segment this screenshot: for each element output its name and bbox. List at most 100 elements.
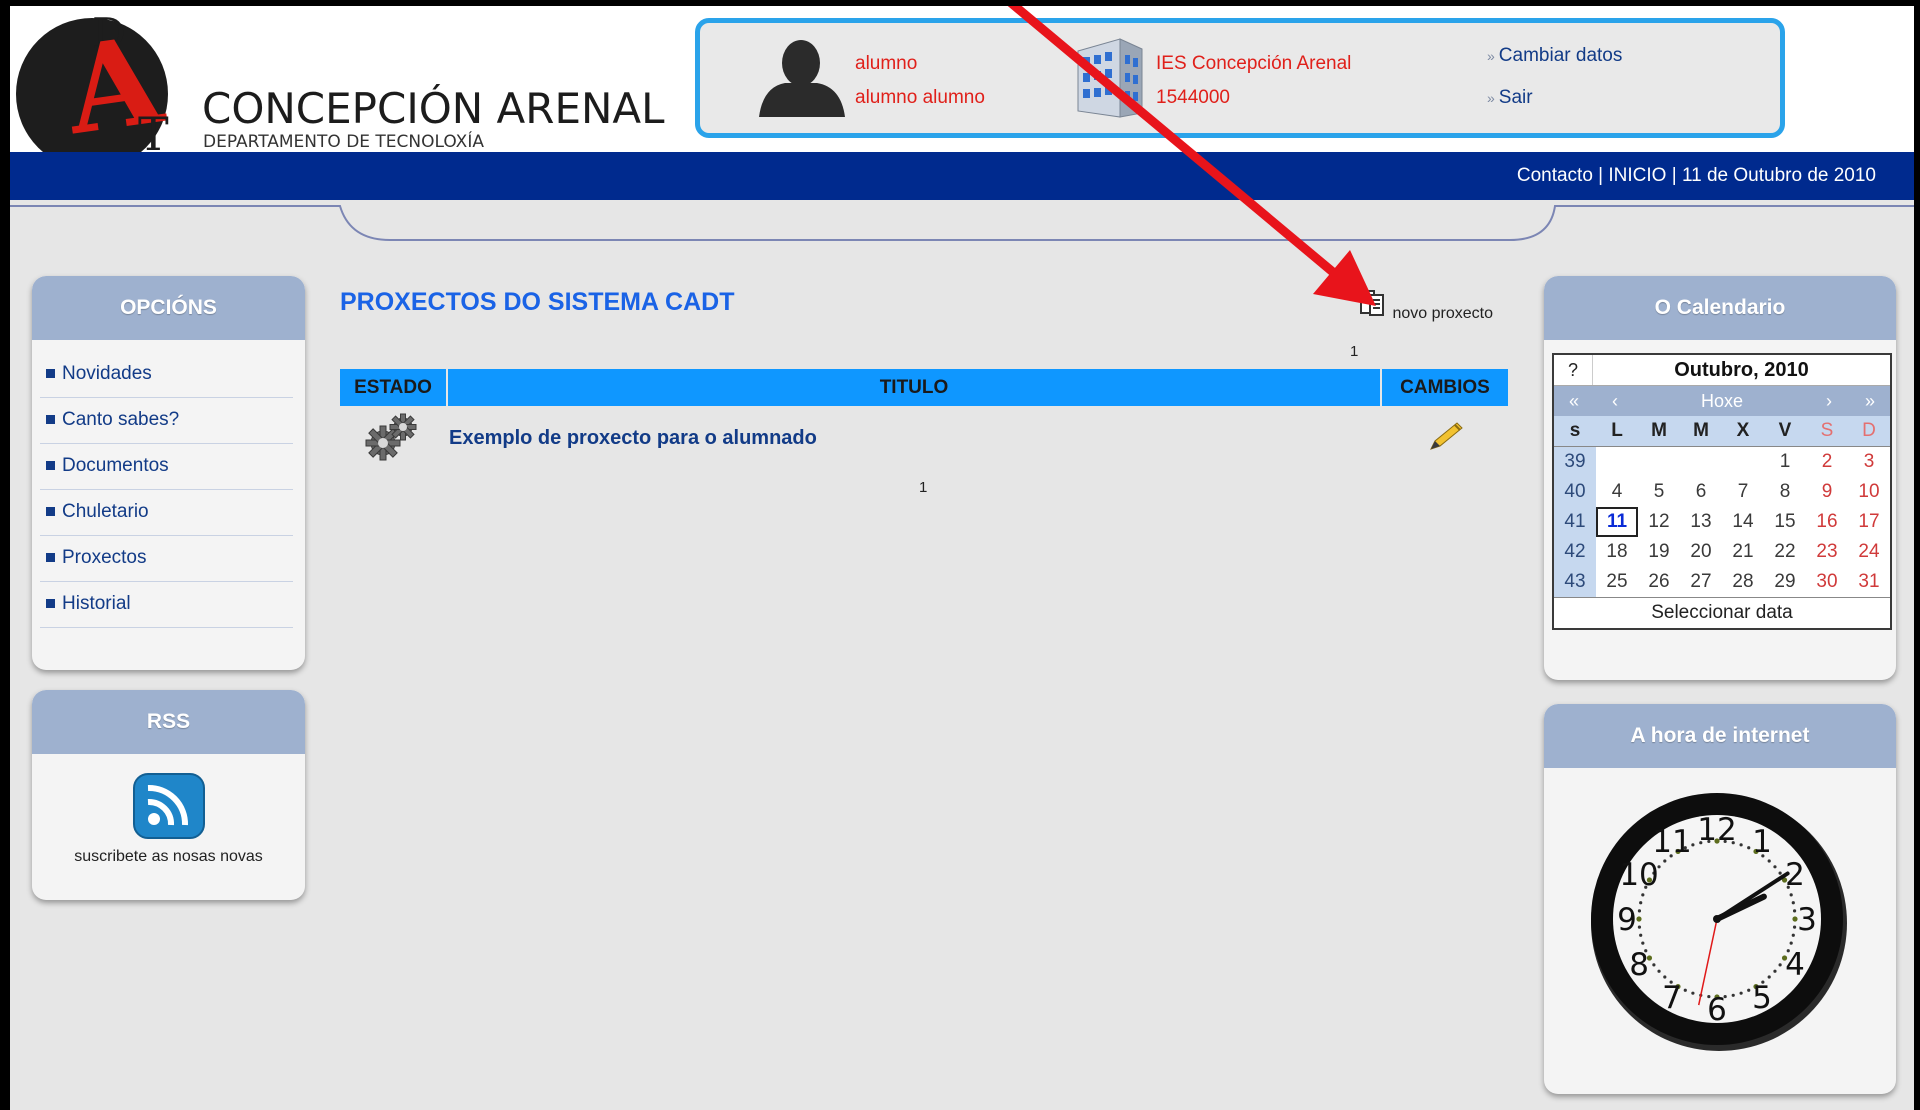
calendar-day[interactable]: 26 — [1638, 567, 1680, 597]
calendar-day[interactable]: 14 — [1722, 507, 1764, 537]
calendar-day[interactable]: 30 — [1806, 567, 1848, 597]
project-state-cell — [340, 406, 447, 470]
menu-item-documentos[interactable]: Documentos — [40, 444, 293, 490]
change-data-link[interactable]: » Cambiar datos — [1487, 45, 1622, 67]
week-number: 39 — [1554, 446, 1596, 477]
calendar-day[interactable]: 13 — [1680, 507, 1722, 537]
next-year-button[interactable]: » — [1850, 391, 1890, 412]
weekday-header: S — [1806, 416, 1848, 447]
calendar-month-label: Outubro, 2010 — [1674, 359, 1809, 381]
menu-item-canto-sabes[interactable]: Canto sabes? — [40, 398, 293, 444]
calendar-day[interactable]: 25 — [1596, 567, 1638, 597]
calendar-day[interactable]: 23 — [1806, 537, 1848, 567]
menu-item-proxectos[interactable]: Proxectos — [40, 536, 293, 582]
calendar-day[interactable]: 17 — [1848, 507, 1890, 537]
logo-emblem: D A T — [16, 9, 172, 170]
calendar-day[interactable]: 21 — [1722, 537, 1764, 567]
gears-icon — [365, 413, 416, 460]
calendar-day[interactable]: 12 — [1638, 507, 1680, 537]
calendar-day[interactable]: 8 — [1764, 477, 1806, 507]
calendar-week-row: 43 25 26 27 28 29 30 31 — [1554, 567, 1890, 597]
clock-number: 6 — [1707, 992, 1727, 1028]
menu-item-chuletario[interactable]: Chuletario — [40, 490, 293, 536]
menu-item-historial[interactable]: Historial — [40, 582, 293, 628]
clock-box: A hora de internet 12 1 2 3 4 5 6 7 8 9 10 11 — [1544, 704, 1896, 1094]
calendar-day[interactable]: 6 — [1680, 477, 1722, 507]
page: D A T CONCEPCIÓN ARENAL DEPARTAMENTO DE … — [10, 6, 1914, 1110]
rss-feed-icon[interactable] — [132, 772, 206, 840]
pencil-icon[interactable] — [1425, 419, 1465, 453]
table-header-row: ESTADO TITULO CAMBIOS — [340, 369, 1508, 406]
calendar-day[interactable]: 24 — [1848, 537, 1890, 567]
project-title-cell: Exemplo de proxecto para o alumnado — [447, 406, 1381, 470]
week-number-header: s — [1554, 416, 1596, 447]
calendar-nav: « ‹ Hoxe › » — [1554, 386, 1890, 416]
annotation-arrow-icon — [1007, 6, 1376, 306]
calendar-help-button[interactable]: ? — [1554, 355, 1593, 385]
clock-number: 3 — [1797, 902, 1817, 938]
site-logo[interactable]: D A T CONCEPCIÓN ARENAL DEPARTAMENTO DE … — [10, 9, 665, 170]
rss-subscribe-link[interactable]: suscribete as nosas novas — [32, 848, 305, 866]
header: D A T CONCEPCIÓN ARENAL DEPARTAMENTO DE … — [10, 6, 1914, 170]
calendar-day[interactable]: 1 — [1764, 447, 1806, 478]
calendar-day[interactable]: 27 — [1680, 567, 1722, 597]
calendar-day[interactable]: 2 — [1806, 447, 1848, 478]
clock-tick — [1641, 941, 1645, 945]
clock-tick — [1773, 969, 1777, 973]
pager-top[interactable]: 1 — [1350, 343, 1358, 360]
clock-tick — [1637, 925, 1642, 929]
clock-number: 4 — [1785, 947, 1805, 983]
select-date-button[interactable]: Seleccionar data — [1554, 597, 1890, 628]
clock-tick — [1657, 969, 1661, 973]
double-arrow-icon: » — [1487, 48, 1495, 64]
weekday-header: L — [1596, 416, 1638, 447]
clock-tick — [1731, 993, 1735, 997]
clock-number: 5 — [1752, 980, 1772, 1016]
bullet-icon — [46, 599, 55, 609]
calendar-day[interactable]: 9 — [1806, 477, 1848, 507]
calendar-day[interactable]: 18 — [1596, 537, 1638, 567]
clock-tick — [1791, 933, 1795, 937]
calendar-day[interactable]: 16 — [1806, 507, 1848, 537]
clock-tick — [1792, 909, 1797, 913]
menu-item-novidades[interactable]: Novidades — [40, 352, 293, 398]
project-title-link[interactable]: Exemplo de proxecto para o alumnado — [447, 427, 817, 449]
user-login: alumno — [855, 53, 918, 74]
clock-tick — [1789, 893, 1793, 897]
calendar-day[interactable]: 7 — [1722, 477, 1764, 507]
calendar-day[interactable]: 31 — [1848, 567, 1890, 597]
logout-label: Sair — [1498, 87, 1533, 108]
calendar-day[interactable]: 15 — [1764, 507, 1806, 537]
logo-title: CONCEPCIÓN ARENAL — [202, 84, 665, 133]
calendar-day[interactable]: 4 — [1596, 477, 1638, 507]
contact-link[interactable]: Contacto — [1517, 165, 1593, 186]
pager-bottom[interactable]: 1 — [919, 479, 927, 496]
logout-link[interactable]: » Sair — [1487, 87, 1533, 109]
calendar-day[interactable]: 3 — [1848, 447, 1890, 478]
column-header-state[interactable]: ESTADO — [340, 369, 448, 406]
column-header-title[interactable]: TITULO — [447, 369, 1382, 406]
calendar-day[interactable]: 28 — [1722, 567, 1764, 597]
prev-year-button[interactable]: « — [1554, 391, 1594, 412]
calendar-day-today[interactable]: 11 — [1596, 507, 1638, 537]
clock-tick — [1747, 988, 1751, 992]
calendar-day[interactable]: 20 — [1680, 537, 1722, 567]
calendar-day[interactable]: 29 — [1764, 567, 1806, 597]
home-link[interactable]: INICIO — [1608, 165, 1666, 186]
column-header-changes[interactable]: CAMBIOS — [1381, 369, 1508, 406]
prev-month-button[interactable]: ‹ — [1594, 391, 1636, 412]
new-project-label: novo proxecto — [1392, 305, 1493, 322]
bullet-icon — [46, 461, 55, 471]
calendar-week-row: 42 18 19 20 21 22 23 24 — [1554, 537, 1890, 567]
next-month-button[interactable]: › — [1808, 391, 1850, 412]
header-swoosh — [10, 205, 1914, 241]
calendar-day[interactable]: 22 — [1764, 537, 1806, 567]
calendar-day[interactable]: 19 — [1638, 537, 1680, 567]
weekday-header: V — [1764, 416, 1806, 447]
today-button[interactable]: Hoxe — [1636, 391, 1808, 412]
clock-tick — [1691, 843, 1695, 847]
options-box: OPCIÓNS Novidades Canto sabes? Documento… — [32, 276, 305, 670]
calendar-day[interactable]: 5 — [1638, 477, 1680, 507]
calendar-day[interactable]: 10 — [1848, 477, 1890, 507]
top-nav-bar: Contacto | INICIO | 11 de Outubro de 201… — [10, 152, 1914, 200]
